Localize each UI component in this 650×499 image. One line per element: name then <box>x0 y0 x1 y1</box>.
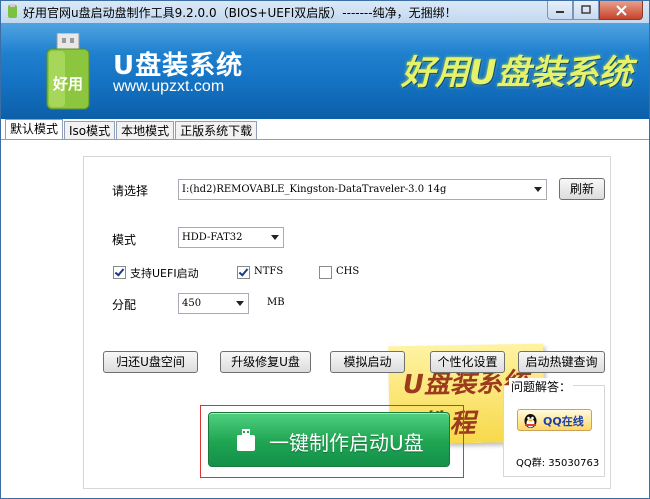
usb-drive-logo: 好用 <box>46 33 90 110</box>
device-dropdown[interactable]: I:(hd2)REMOVABLE_Kingston-DataTraveler-3… <box>178 179 547 200</box>
chevron-down-icon <box>534 187 542 192</box>
make-button-label: 一键制作启动U盘 <box>269 431 424 455</box>
chevron-down-icon <box>236 301 244 306</box>
uefi-checkbox[interactable] <box>113 266 126 279</box>
minimize-button[interactable] <box>547 1 573 20</box>
tab-divider <box>1 139 649 140</box>
tab-local-mode[interactable]: 本地模式 <box>116 121 175 140</box>
minimize-icon <box>556 11 564 13</box>
qq-group-number: QQ群: 35030763 <box>516 458 600 469</box>
mode-label: 模式 <box>112 233 137 247</box>
checkmark-icon <box>238 266 249 277</box>
main-area: 默认模式 Iso模式 本地模式 正版系统下载 请选择 I:(hd2)REMOVA… <box>1 119 649 498</box>
chs-checkbox-label: CHS <box>336 266 360 277</box>
mode-dropdown-value: HDD-FAT32 <box>182 232 243 243</box>
partition-size-dropdown[interactable]: 450 <box>178 293 249 314</box>
brand-name: U盘装系统 <box>113 51 244 81</box>
checkmark-icon <box>114 266 125 277</box>
one-click-make-bootable-usb-button[interactable]: 一键制作启动U盘 <box>208 412 450 467</box>
refresh-button[interactable]: 刷新 <box>559 178 605 200</box>
qq-penguin-icon <box>524 414 537 428</box>
partition-unit: MB <box>267 297 285 308</box>
help-title: 问题解答： <box>509 378 574 395</box>
ntfs-checkbox-label: NTFS <box>254 266 284 277</box>
close-button[interactable] <box>599 1 643 20</box>
window-controls <box>547 1 643 20</box>
chevron-down-icon <box>271 235 279 240</box>
restore-usb-space-button[interactable]: 归还U盘空间 <box>103 351 198 373</box>
ntfs-checkbox[interactable] <box>237 266 250 279</box>
upgrade-repair-usb-button[interactable]: 升级修复U盘 <box>220 351 311 373</box>
header-banner: 好用 U盘装系统 www.upzxt.com 好用U盘装系统 <box>1 23 649 119</box>
app-icon <box>8 4 17 18</box>
title-bar[interactable]: 好用官网u盘启动盘制作工具9.2.0.0（BIOS+UEFI双启版）------… <box>1 1 649 23</box>
app-window: 好用官网u盘启动盘制作工具9.2.0.0（BIOS+UEFI双启版）------… <box>0 0 650 499</box>
mode-dropdown[interactable]: HDD-FAT32 <box>178 227 284 248</box>
simulate-boot-button[interactable]: 模拟启动 <box>330 351 405 373</box>
chs-checkbox[interactable] <box>319 266 332 279</box>
maximize-icon <box>581 5 591 14</box>
tab-default-mode[interactable]: 默认模式 <box>5 119 64 140</box>
device-dropdown-value: I:(hd2)REMOVABLE_Kingston-DataTraveler-3… <box>182 184 447 195</box>
partition-size-value: 450 <box>182 298 202 309</box>
personalize-button[interactable]: 个性化设置 <box>430 351 505 373</box>
qq-online-button[interactable]: QQ在线 <box>517 409 592 431</box>
qq-online-label: QQ在线 <box>543 415 584 428</box>
maximize-button[interactable] <box>573 1 599 20</box>
window-title: 好用官网u盘启动盘制作工具9.2.0.0（BIOS+UEFI双启版）------… <box>23 6 457 20</box>
tab-system-download[interactable]: 正版系统下载 <box>175 121 258 140</box>
device-select-label: 请选择 <box>112 184 149 198</box>
mode-tabs: 默认模式 Iso模式 本地模式 正版系统下载 <box>5 119 258 140</box>
usb-icon <box>237 429 255 451</box>
boot-hotkey-query-button[interactable]: 启动热键查询 <box>518 351 605 373</box>
close-icon <box>615 4 627 16</box>
logo-text: 好用 <box>52 75 83 93</box>
uefi-checkbox-label: 支持UEFI启动 <box>130 267 199 280</box>
partition-label: 分配 <box>112 298 137 312</box>
tab-iso-mode[interactable]: Iso模式 <box>64 121 116 140</box>
slogan: 好用U盘装系统 <box>401 53 633 93</box>
brand-url: www.upzxt.com <box>113 78 225 95</box>
